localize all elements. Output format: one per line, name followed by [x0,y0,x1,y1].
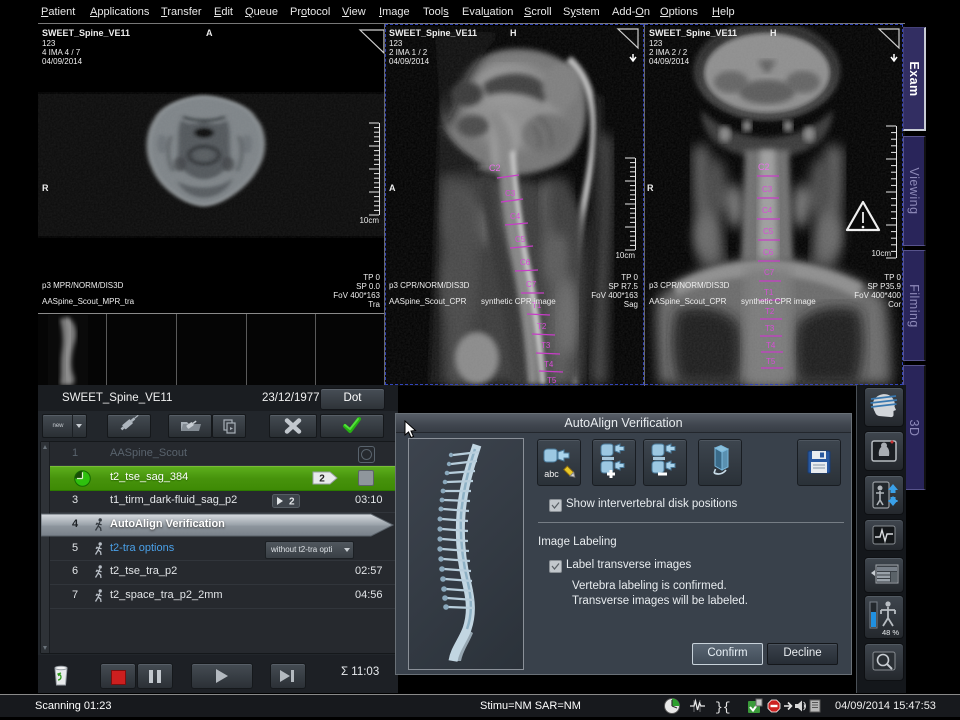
svg-text:2: 2 [319,474,325,485]
svg-text:}{: }{ [715,700,731,715]
svg-text:abc: abc [544,469,559,479]
svg-text:2: 2 [289,497,295,508]
svg-text:10cm: 10cm [359,216,379,225]
svg-text:48 %: 48 % [882,628,899,637]
